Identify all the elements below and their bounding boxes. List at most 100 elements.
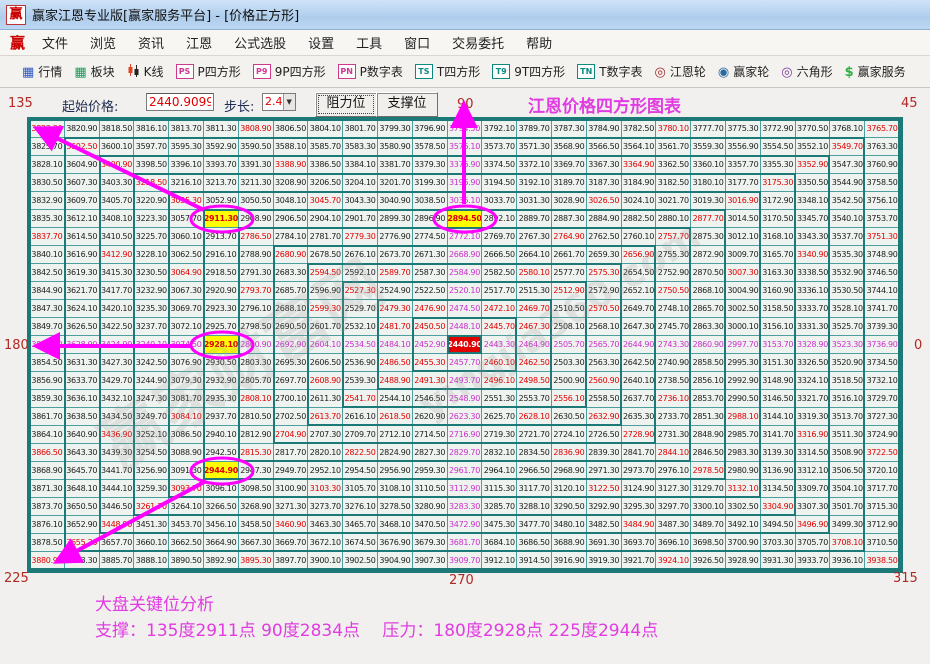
toolbar-item[interactable]: ◎江恩轮 <box>655 63 706 80</box>
grid-cell: 2606.50 <box>308 354 343 372</box>
grid-cell: 3134.50 <box>761 480 796 498</box>
grid-cell: 2704.90 <box>274 426 309 444</box>
grid-cell: 2940.10 <box>204 426 239 444</box>
grid-cell: 2616.10 <box>343 408 378 426</box>
toolbar-item[interactable]: K线 <box>127 63 164 80</box>
menu-item[interactable]: 公式选股 <box>231 31 289 54</box>
market-grid-icon: ▦ <box>22 65 34 79</box>
toolbar-item[interactable]: T99T四方形 <box>492 63 565 80</box>
chart-title: 江恩价格四方形图表 <box>528 92 681 117</box>
toolbar-item[interactable]: PNP数字表 <box>338 63 403 80</box>
angle-label-0: 0 <box>914 338 922 353</box>
grid-cell: 2812.90 <box>239 426 274 444</box>
toolbar-item[interactable]: P99P四方形 <box>253 63 326 80</box>
chevron-down-icon[interactable]: ▼ <box>283 94 296 110</box>
resistance-button[interactable]: 阻力位 <box>315 92 377 117</box>
grid-cell: 2445.70 <box>482 318 517 336</box>
grid-cell: 3396.10 <box>169 156 204 174</box>
grid-cell: 3098.50 <box>239 480 274 498</box>
support-button[interactable]: 支撑位 <box>376 92 438 117</box>
grid-cell: 3480.10 <box>552 516 587 534</box>
toolbar-item[interactable]: ▦板块 <box>74 63 114 80</box>
grid-cell: 2500.90 <box>552 372 587 390</box>
angle-label-315: 315 <box>893 571 918 586</box>
grid-cell: 3763.30 <box>865 138 900 156</box>
grid-cell: 3638.50 <box>65 408 100 426</box>
grid-cell: 3372.10 <box>517 156 552 174</box>
toolbar-item[interactable]: ◎ 六角形 <box>781 63 832 80</box>
grid-cell: 3009.70 <box>726 246 761 264</box>
grid-cell: 2968.90 <box>552 462 587 480</box>
grid-cell: 3844.90 <box>30 282 65 300</box>
start-price-input[interactable] <box>146 93 214 111</box>
menu-item[interactable]: 交易委托 <box>449 31 507 54</box>
toolbar-item[interactable]: TNT数字表 <box>577 63 642 80</box>
menu-item[interactable]: 帮助 <box>523 31 555 54</box>
grid-cell: 3840.10 <box>30 246 65 264</box>
grid-cell: 3391.30 <box>239 156 274 174</box>
grid-cell: 2560.90 <box>587 372 622 390</box>
grid-cell: 3511.30 <box>830 426 865 444</box>
grid-cell: 2688.10 <box>274 300 309 318</box>
grid-cell: 3540.10 <box>830 210 865 228</box>
grid-cell: 3664.90 <box>204 534 239 552</box>
controls-row: 135 起始价格: 步长: 2.4 ▼ 阻力位 支撑位 90 江恩价格四方形图表… <box>0 88 930 120</box>
grid-cell: 2918.50 <box>204 264 239 282</box>
grid-cell: 2839.30 <box>587 444 622 462</box>
toolbar-item[interactable]: ◉赢家轮 <box>718 63 769 80</box>
grid-cell: 3002.50 <box>726 300 761 318</box>
grid-cell: 3506.50 <box>830 462 865 480</box>
menu-item[interactable]: 浏览 <box>87 31 119 54</box>
toolbar-item-label: 六角形 <box>797 63 833 80</box>
grid-cell: 3734.50 <box>865 354 900 372</box>
grid-cell: 3448.90 <box>100 516 135 534</box>
grid-cell: 3830.50 <box>30 174 65 192</box>
grid-cell: 2467.30 <box>517 318 552 336</box>
grid-cell: 2589.70 <box>378 264 413 282</box>
grid-cell: 2594.50 <box>308 264 343 282</box>
toolbar-item[interactable]: $赢家服务 <box>845 63 906 80</box>
menu-item[interactable]: 文件 <box>39 31 71 54</box>
grid-cell: 3494.50 <box>761 516 796 534</box>
grid-cell: 2599.30 <box>308 300 343 318</box>
toolbar-item[interactable]: PSP四方形 <box>176 63 241 80</box>
toolbar-item[interactable]: ▦行情 <box>22 63 62 80</box>
grid-cell: 2769.70 <box>482 228 517 246</box>
grid-cell: 3835.30 <box>30 210 65 228</box>
grid-cell: 2568.10 <box>587 318 622 336</box>
grid-cell: 3597.70 <box>134 138 169 156</box>
grid-cell: 3324.10 <box>796 372 831 390</box>
grid-cell: 2697.70 <box>274 372 309 390</box>
gann-wheel-icon: ◎ <box>655 65 666 79</box>
grid-cell: 3595.30 <box>169 138 204 156</box>
grid-cell: 3429.70 <box>100 372 135 390</box>
grid-cell: 3232.90 <box>134 282 169 300</box>
grid-cell: 2856.10 <box>691 372 726 390</box>
grid-cell: 2889.70 <box>517 210 552 228</box>
hexagon-icon: ◎ <box>781 65 792 79</box>
grid-cell: 2582.50 <box>482 264 517 282</box>
grid-cell: 3684.10 <box>482 534 517 552</box>
grid-cell: 3799.30 <box>378 120 413 138</box>
grid-cell: 2604.10 <box>308 336 343 354</box>
menu-item[interactable]: 资讯 <box>135 31 167 54</box>
toolbar-item-label: 赢家轮 <box>733 63 769 80</box>
title-bar: 赢 赢家江恩专业版[赢家服务平台] - [价格正方形] <box>0 0 930 30</box>
step-select[interactable]: 2.4 ▼ <box>262 93 296 111</box>
toolbar-item[interactable]: TST四方形 <box>415 63 480 80</box>
menu-item[interactable]: 窗口 <box>401 31 433 54</box>
grid-cell: 3885.70 <box>100 552 135 570</box>
grid-cell: 3434.50 <box>100 408 135 426</box>
grid-cell: 3386.50 <box>308 156 343 174</box>
grid-cell: 3292.90 <box>587 498 622 516</box>
menu-item[interactable]: 工具 <box>353 31 385 54</box>
grid-cell: 3105.70 <box>343 480 378 498</box>
grid-cell: 3388.90 <box>274 156 309 174</box>
menu-item[interactable]: 江恩 <box>183 31 215 54</box>
menu-item[interactable]: 设置 <box>305 31 337 54</box>
grid-cell: 2541.70 <box>343 390 378 408</box>
grid-cell: 3345.70 <box>796 210 831 228</box>
grid-cell: 3014.50 <box>726 210 761 228</box>
grid-cell: 3679.30 <box>413 534 448 552</box>
grid-cell: 3153.70 <box>761 336 796 354</box>
